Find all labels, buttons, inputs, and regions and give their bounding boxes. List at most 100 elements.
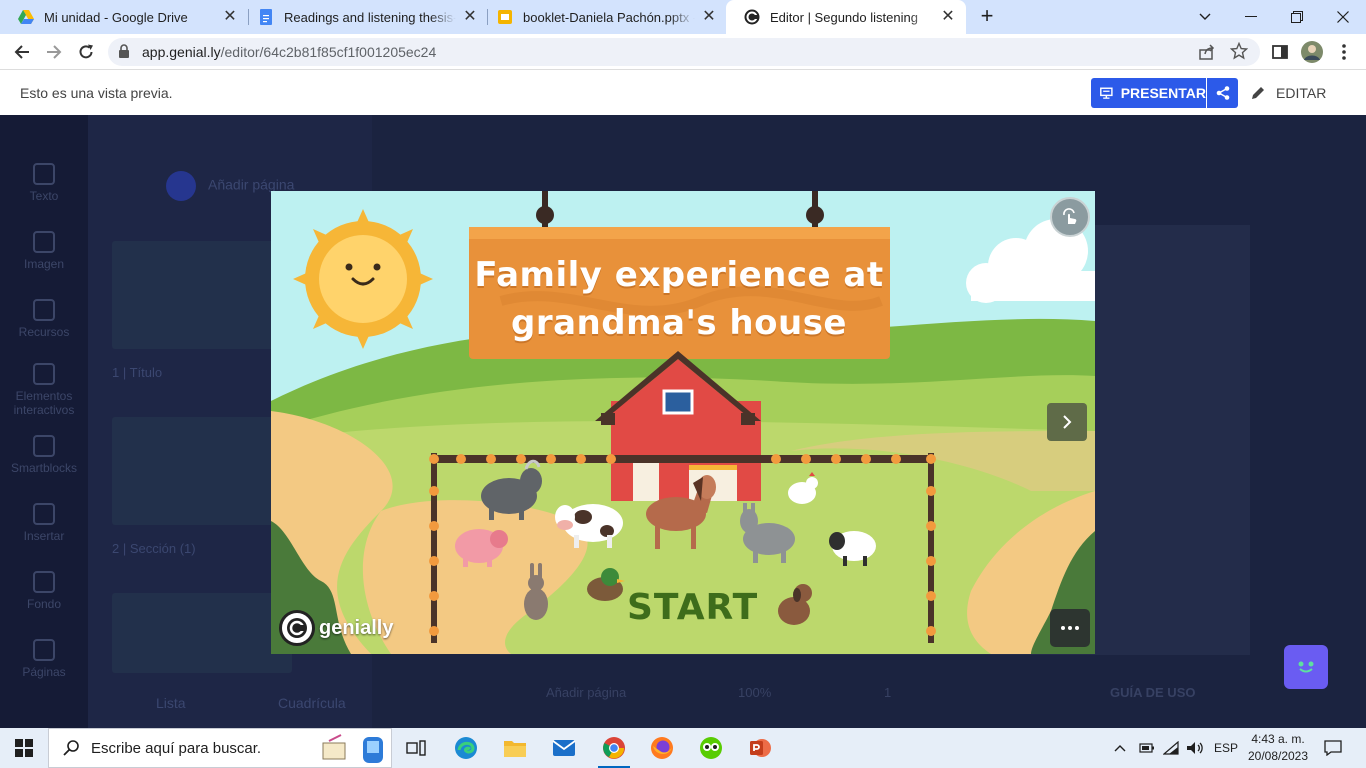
view-toggle: Lista Cuadrícula <box>88 685 372 725</box>
page-thumbnail <box>112 593 292 673</box>
mail-icon[interactable] <box>544 732 584 764</box>
chatbot-launcher[interactable] <box>1284 645 1328 689</box>
powerpoint-icon[interactable] <box>740 732 780 764</box>
rail-label: Fondo <box>26 597 62 611</box>
reload-icon[interactable] <box>74 40 98 64</box>
new-tab-button[interactable]: + <box>976 5 998 28</box>
rail-item-resources: Recursos <box>0 299 88 339</box>
pages-icon <box>33 639 55 661</box>
tab-readings-doc[interactable]: Readings and listening thesis- bo ✕ <box>240 0 488 34</box>
wifi-icon[interactable] <box>1163 728 1179 768</box>
usage-guide-label: GUÍA DE USO <box>1110 685 1196 700</box>
back-arrow-icon[interactable] <box>10 40 34 64</box>
lock-icon[interactable] <box>118 44 130 59</box>
more-options-button[interactable] <box>1050 609 1090 647</box>
text-icon <box>33 163 55 185</box>
battery-icon[interactable] <box>1139 728 1155 768</box>
rail-item-interactive: Elementos interactivos <box>0 363 88 417</box>
interactive-icon <box>33 363 55 385</box>
genially-logo-icon <box>279 610 315 646</box>
page-number: 1 <box>884 685 892 700</box>
side-panel-icon[interactable] <box>1268 40 1292 64</box>
minimize-window-icon[interactable] <box>1228 0 1274 34</box>
rail-item-insert: Insertar <box>0 503 88 543</box>
duolingo-icon[interactable] <box>691 732 731 764</box>
grid-view-label: Cuadrícula <box>278 695 346 711</box>
restore-window-icon[interactable] <box>1274 0 1320 34</box>
tab-genially-editor[interactable]: Editor | Segundo listening ✕ <box>726 0 966 34</box>
chrome-menu-icon[interactable] <box>1332 40 1356 64</box>
sun-illustration <box>293 209 433 349</box>
tab-google-drive[interactable]: Mi unidad - Google Drive ✕ <box>0 0 248 34</box>
editor-left-rail: Texto Imagen Recursos Elementos interact… <box>0 115 88 728</box>
genially-brand[interactable]: genially <box>279 609 393 647</box>
rail-item-text: Texto <box>0 163 88 203</box>
url-host: app.genial.ly <box>142 44 221 60</box>
presentation-icon <box>1100 87 1113 99</box>
plus-icon <box>166 171 196 201</box>
rail-item-pages: Páginas <box>0 639 88 679</box>
profile-avatar[interactable] <box>1300 40 1324 64</box>
forward-arrow-icon[interactable] <box>42 40 66 64</box>
hand-pointer-icon <box>1063 208 1077 224</box>
slide-title-line-1: Family experience at <box>474 255 884 295</box>
task-view-icon[interactable] <box>396 732 436 764</box>
present-button[interactable]: PRESENTAR <box>1091 78 1206 108</box>
preview-message: Esto es una vista previa. <box>20 85 173 101</box>
volume-icon[interactable] <box>1186 728 1204 768</box>
present-label: PRESENTAR <box>1120 85 1206 101</box>
search-icon <box>63 740 79 756</box>
close-tab-icon[interactable]: ✕ <box>940 9 956 25</box>
tab-title: Editor | Segundo listening <box>770 9 918 25</box>
clock-time: 4:43 a. m. <box>1251 732 1305 746</box>
taskbar-search[interactable]: Escribe aquí para buscar. <box>48 728 392 768</box>
tab-booklet-slides[interactable]: booklet-Daniela Pachón.pptx - Pr ✕ <box>479 0 727 34</box>
close-tab-icon[interactable]: ✕ <box>701 9 717 25</box>
list-view-label: Lista <box>156 695 186 711</box>
genially-wordmark: genially <box>319 616 394 639</box>
close-tab-icon[interactable]: ✕ <box>222 9 238 25</box>
rail-label: Imagen <box>23 257 65 271</box>
edit-label: EDITAR <box>1276 85 1327 101</box>
chrome-taskbar-icon[interactable] <box>594 732 634 768</box>
tab-title: Mi unidad - Google Drive <box>44 9 188 25</box>
url-path: /editor/64c2b81f85cf1f001205ec24 <box>220 44 437 60</box>
clock-date: 20/08/2023 <box>1247 749 1309 763</box>
zoom-value: 100% <box>738 685 772 700</box>
show-hidden-icons-chevron-icon[interactable] <box>1114 728 1126 768</box>
google-drive-icon <box>18 10 34 24</box>
firefox-icon[interactable] <box>642 732 682 764</box>
windows-logo-icon <box>15 739 33 757</box>
system-clock[interactable]: 4:43 a. m. 20/08/2023 <box>1238 731 1318 765</box>
notifications-icon[interactable] <box>1324 728 1342 768</box>
search-placeholder: Escribe aquí para buscar. <box>91 739 262 757</box>
page-thumbnail <box>112 417 292 525</box>
file-explorer-icon[interactable] <box>495 732 535 764</box>
rail-item-smartblocks: Smartblocks <box>0 435 88 475</box>
bookmark-star-icon[interactable] <box>1229 41 1249 65</box>
windows-start-button[interactable] <box>0 728 48 768</box>
close-tab-icon[interactable]: ✕ <box>462 9 478 25</box>
slide-title: Family experience at grandma's house <box>469 251 889 347</box>
tab-search-chevron-icon[interactable] <box>1182 0 1228 34</box>
browser-toolbar: app.genial.ly/editor/64c2b81f85cf1f00120… <box>0 34 1366 70</box>
edit-button[interactable]: EDITAR <box>1250 78 1326 108</box>
background-icon <box>33 571 55 593</box>
url-text: app.genial.ly/editor/64c2b81f85cf1f00120… <box>142 44 436 60</box>
presentation-slide[interactable]: Family experience at grandma's house STA… <box>271 191 1095 654</box>
touch-interaction-button[interactable] <box>1050 197 1090 237</box>
browser-tab-strip: Mi unidad - Google Drive ✕ Readings and … <box>0 0 1366 34</box>
edge-browser-icon[interactable] <box>446 732 486 764</box>
address-bar[interactable]: app.genial.ly/editor/64c2b81f85cf1f00120… <box>108 38 1260 66</box>
resources-icon <box>33 299 55 321</box>
start-button[interactable]: START <box>627 587 758 628</box>
close-window-icon[interactable] <box>1320 0 1366 34</box>
search-highlight-illustration <box>322 734 383 763</box>
language-indicator[interactable]: ESP <box>1214 728 1238 768</box>
share-icon <box>1216 86 1229 100</box>
page-label: 2 | Sección (1) <box>112 541 196 556</box>
share-button[interactable] <box>1207 78 1238 108</box>
share-page-icon[interactable] <box>1198 43 1216 66</box>
insert-icon <box>33 503 55 525</box>
next-slide-button[interactable] <box>1047 403 1087 441</box>
